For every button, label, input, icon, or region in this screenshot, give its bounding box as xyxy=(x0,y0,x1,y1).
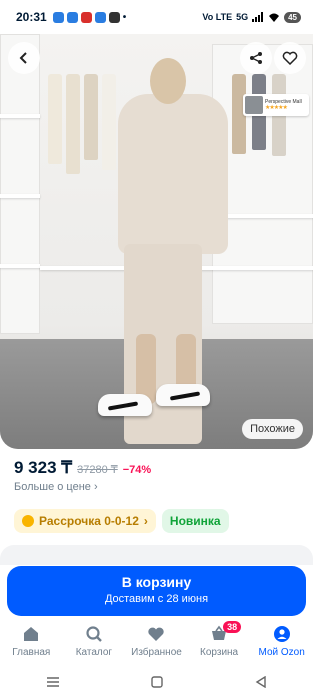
chevron-right-icon: › xyxy=(93,481,98,493)
nav-item-favorites[interactable]: Избранное xyxy=(126,624,186,658)
cart-count-badge: 38 xyxy=(223,621,242,633)
share-button[interactable] xyxy=(240,42,272,74)
search-icon xyxy=(84,624,104,644)
installment-label: Рассрочка 0-0-12 xyxy=(39,514,139,528)
photo-hanging-clothes xyxy=(102,74,116,170)
nav-label-my-ozon: Мой Ozon xyxy=(258,647,305,658)
recent-apps-icon[interactable] xyxy=(46,675,60,691)
photo-shelf xyxy=(0,264,40,268)
price-row: 9 323 ₸ 37280 ₸ −74% xyxy=(14,458,151,478)
status-time: 20:31 xyxy=(16,10,47,24)
home-icon xyxy=(21,624,41,644)
product-chips: Рассрочка 0-0-12 › Новинка xyxy=(14,509,229,533)
signal-icon xyxy=(252,12,264,22)
discount-badge: −74% xyxy=(122,464,152,476)
photo-shelf-unit xyxy=(0,34,40,334)
favorite-button[interactable] xyxy=(274,42,306,74)
nav-item-catalog[interactable]: Каталог xyxy=(64,624,124,658)
bottom-navigation: Главная Каталог Избранное 38 Корзина Мой… xyxy=(0,620,313,664)
nav-label-home: Главная xyxy=(12,647,51,658)
battery-icon: 45 xyxy=(284,11,301,23)
nav-item-home[interactable]: Главная xyxy=(1,624,61,658)
heart-icon xyxy=(282,51,298,65)
seller-info: Perspective Mall ★★★★★ xyxy=(265,99,302,112)
product-photo[interactable]: Perspective Mall ★★★★★ Похожие xyxy=(0,34,313,449)
share-icon xyxy=(250,52,262,64)
installment-chip[interactable]: Рассрочка 0-0-12 › xyxy=(14,509,156,533)
photo-model-head xyxy=(150,58,186,104)
more-dot-icon: • xyxy=(122,11,127,23)
network-label: Vo LTE xyxy=(202,12,233,22)
photo-shelf xyxy=(0,114,40,118)
seller-logo xyxy=(245,96,263,114)
app-notification-icon xyxy=(108,11,120,23)
similar-button[interactable]: Похожие xyxy=(242,419,303,439)
photo-hanging-clothes xyxy=(66,74,80,174)
nav-item-cart[interactable]: 38 Корзина xyxy=(189,621,249,658)
add-to-cart-label: В корзину xyxy=(121,574,192,590)
back-system-icon[interactable] xyxy=(255,675,267,691)
nav-label-cart: Корзина xyxy=(200,647,239,658)
photo-hanging-clothes xyxy=(84,74,98,160)
add-to-cart-button[interactable]: В корзину Доставим с 28 июня xyxy=(7,566,306,616)
more-about-price-label: Больше о цене xyxy=(14,481,91,493)
old-price: 37280 ₸ xyxy=(77,464,118,476)
delivery-date-label: Доставим с 28 июня xyxy=(104,593,209,605)
heart-icon xyxy=(146,624,166,644)
chevron-right-icon: › xyxy=(143,514,148,528)
photo-shelf xyxy=(0,194,40,198)
photo-model-cardigan xyxy=(118,94,228,254)
app-notification-icon xyxy=(52,11,64,23)
app-notification-icon xyxy=(94,11,106,23)
nav-label-catalog: Каталог xyxy=(75,647,113,658)
nav-label-favorites: Избранное xyxy=(131,647,182,658)
home-system-icon[interactable] xyxy=(151,675,164,691)
notification-icons: • xyxy=(52,11,127,23)
current-price: 9 323 ₸ xyxy=(14,458,73,477)
status-indicators: Vo LTE 5G 45 xyxy=(202,11,301,23)
new-badge: Новинка xyxy=(161,509,229,533)
profile-icon xyxy=(272,624,292,644)
next-section-peek xyxy=(0,545,313,565)
back-button[interactable] xyxy=(8,42,40,74)
nav-item-my-ozon[interactable]: Мой Ozon xyxy=(252,624,312,658)
seller-rating-stars: ★★★★★ xyxy=(265,104,288,111)
installment-coin-icon xyxy=(22,515,34,527)
back-arrow-icon xyxy=(19,52,27,64)
app-notification-icon xyxy=(66,11,78,23)
seller-badge[interactable]: Perspective Mall ★★★★★ xyxy=(243,94,309,116)
mail-icon xyxy=(80,11,92,23)
system-navigation xyxy=(0,666,313,699)
photo-hanging-clothes xyxy=(48,74,62,164)
signal-label: 5G xyxy=(236,12,249,22)
wifi-icon xyxy=(269,13,280,22)
more-about-price-link[interactable]: Больше о цене › xyxy=(14,481,98,493)
status-bar: 20:31 • Vo LTE 5G 45 xyxy=(0,0,313,34)
